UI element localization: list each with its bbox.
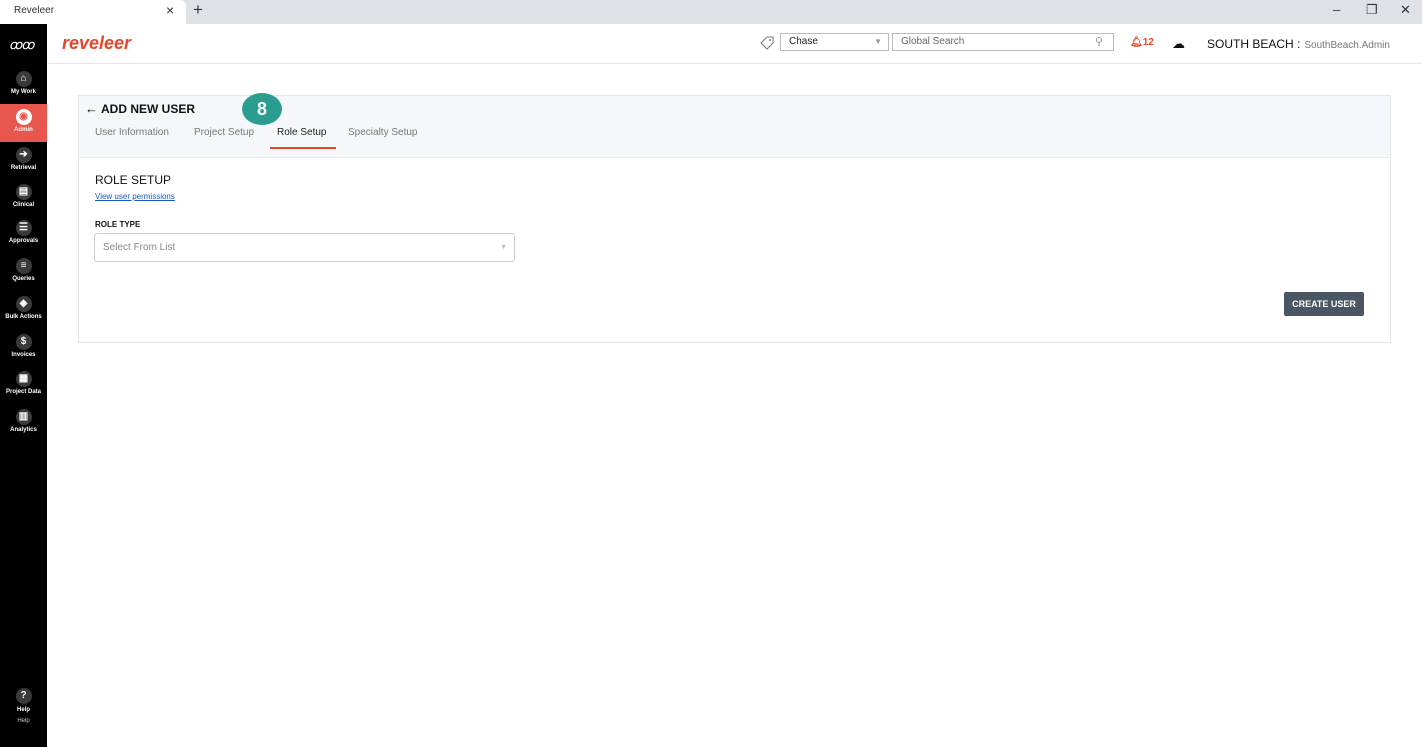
notifications-button[interactable]: 🔔︎12 (1130, 37, 1154, 48)
tab-user-information[interactable]: User Information (95, 127, 169, 138)
role-type-select[interactable]: Select From List ▼ (94, 233, 515, 262)
user-name: SouthBeach.Admin (1304, 40, 1390, 51)
sidebar-item-label: Retrieval (10, 165, 37, 171)
close-tab-icon[interactable]: × (166, 2, 174, 18)
sidebar-item-admin[interactable]: ◉ Admin (0, 104, 47, 142)
help-icon: ? (15, 688, 32, 704)
sidebar-item-bulk-actions[interactable]: ◈ Bulk Actions (0, 291, 47, 329)
section-title: ROLE SETUP (95, 173, 172, 187)
sidebar-item-retrieval[interactable]: ➔ Retrieval (0, 142, 47, 180)
sidebar-item-label: Project Data (5, 389, 41, 395)
create-user-button[interactable]: CREATE USER (1284, 292, 1364, 316)
brand-logo: reveleer (62, 33, 132, 53)
analytics-icon: ▥ (15, 409, 32, 425)
sidebar-item-approvals[interactable]: ☰ Approvals (0, 215, 47, 253)
back-arrow-icon[interactable]: ← (85, 101, 98, 116)
project-data-icon: ▦ (15, 371, 32, 387)
retrieval-icon: ➔ (15, 147, 32, 163)
sidebar-item-invoices[interactable]: $ Invoices (0, 329, 47, 367)
tab-project-setup[interactable]: Project Setup (194, 127, 254, 138)
app-logo-icon: ꝏꝏ (9, 37, 35, 52)
help-label-secondary: Help (17, 718, 30, 724)
help-button[interactable]: ? Help Help (0, 688, 47, 724)
tab-role-setup[interactable]: Role Setup (277, 127, 326, 138)
cloud-icon[interactable]: ☁ (1172, 36, 1185, 52)
help-label: Help (16, 707, 30, 713)
search-placeholder: Global Search (901, 36, 965, 47)
bulk-actions-icon: ◈ (15, 296, 32, 312)
sidebar-item-clinical[interactable]: ▤ Clinical (0, 179, 47, 217)
chevron-down-icon: ▼ (500, 244, 507, 251)
org-name: SOUTH BEACH : (1207, 37, 1301, 51)
bell-icon: 🔔︎ (1130, 37, 1143, 48)
role-type-label: ROLE TYPE (95, 220, 141, 229)
tab-specialty-setup[interactable]: Specialty Setup (348, 127, 418, 138)
left-sidebar: ꝏꝏ ⌂ My Work ◉ Admin ➔ Retrieval ▤ Clini… (0, 24, 47, 747)
admin-icon: ◉ (15, 109, 32, 125)
sidebar-item-project-data[interactable]: ▦ Project Data (0, 366, 47, 404)
role-type-placeholder: Select From List (103, 242, 176, 253)
notification-count: 12 (1142, 37, 1154, 48)
browser-chrome: Reveleer × + – ❐ ✕ (0, 0, 1422, 24)
search-icon[interactable]: ⚲ (1095, 34, 1103, 50)
browser-tab-title: Reveleer (14, 5, 55, 16)
project-select[interactable]: Chase ▼ (780, 33, 889, 51)
sidebar-item-label: Invoices (11, 352, 36, 358)
approvals-icon: ☰ (15, 220, 32, 236)
sidebar-item-label: Analytics (10, 427, 37, 433)
invoices-icon: $ (15, 334, 32, 350)
global-search-input[interactable]: Global Search ⚲ (892, 33, 1114, 51)
chevron-down-icon: ▼ (874, 37, 882, 46)
sidebar-item-label: Admin (14, 127, 33, 133)
minimize-icon[interactable]: – (1333, 2, 1340, 17)
top-header: reveleer Chase ▼ Global Search ⚲ 🔔︎12 ☁ … (47, 24, 1422, 64)
active-tab-indicator (270, 147, 336, 149)
step-number: 8 (242, 93, 282, 125)
sidebar-item-label: My Work (11, 89, 36, 95)
sidebar-item-my-work[interactable]: ⌂ My Work (0, 66, 47, 104)
queries-icon: ≡ (15, 258, 32, 274)
close-window-icon[interactable]: ✕ (1400, 2, 1411, 18)
page-title: ADD NEW USER (101, 102, 196, 116)
restore-icon[interactable]: ❐ (1366, 2, 1378, 18)
sidebar-item-label: Queries (12, 276, 35, 282)
sidebar-item-label: Clinical (12, 202, 35, 208)
home-icon: ⌂ (15, 71, 32, 87)
project-select-value: Chase (789, 36, 818, 47)
view-permissions-link[interactable]: View user permissions (95, 192, 175, 201)
sidebar-item-label: Approvals (8, 238, 39, 244)
browser-tab[interactable]: Reveleer × (0, 0, 186, 24)
add-user-card: ← ADD NEW USER User Information Project … (78, 93, 1391, 343)
user-account[interactable]: SOUTH BEACH : SouthBeach.Admin (1207, 37, 1390, 51)
tag-icon[interactable] (760, 36, 774, 50)
new-tab-icon[interactable]: + (193, 0, 203, 20)
sidebar-item-analytics[interactable]: ▥ Analytics (0, 404, 47, 442)
sidebar-item-queries[interactable]: ≡ Queries (0, 253, 47, 291)
sidebar-item-label: Bulk Actions (5, 314, 42, 320)
step-badge: 8 (242, 93, 282, 127)
clinical-icon: ▤ (15, 184, 32, 200)
